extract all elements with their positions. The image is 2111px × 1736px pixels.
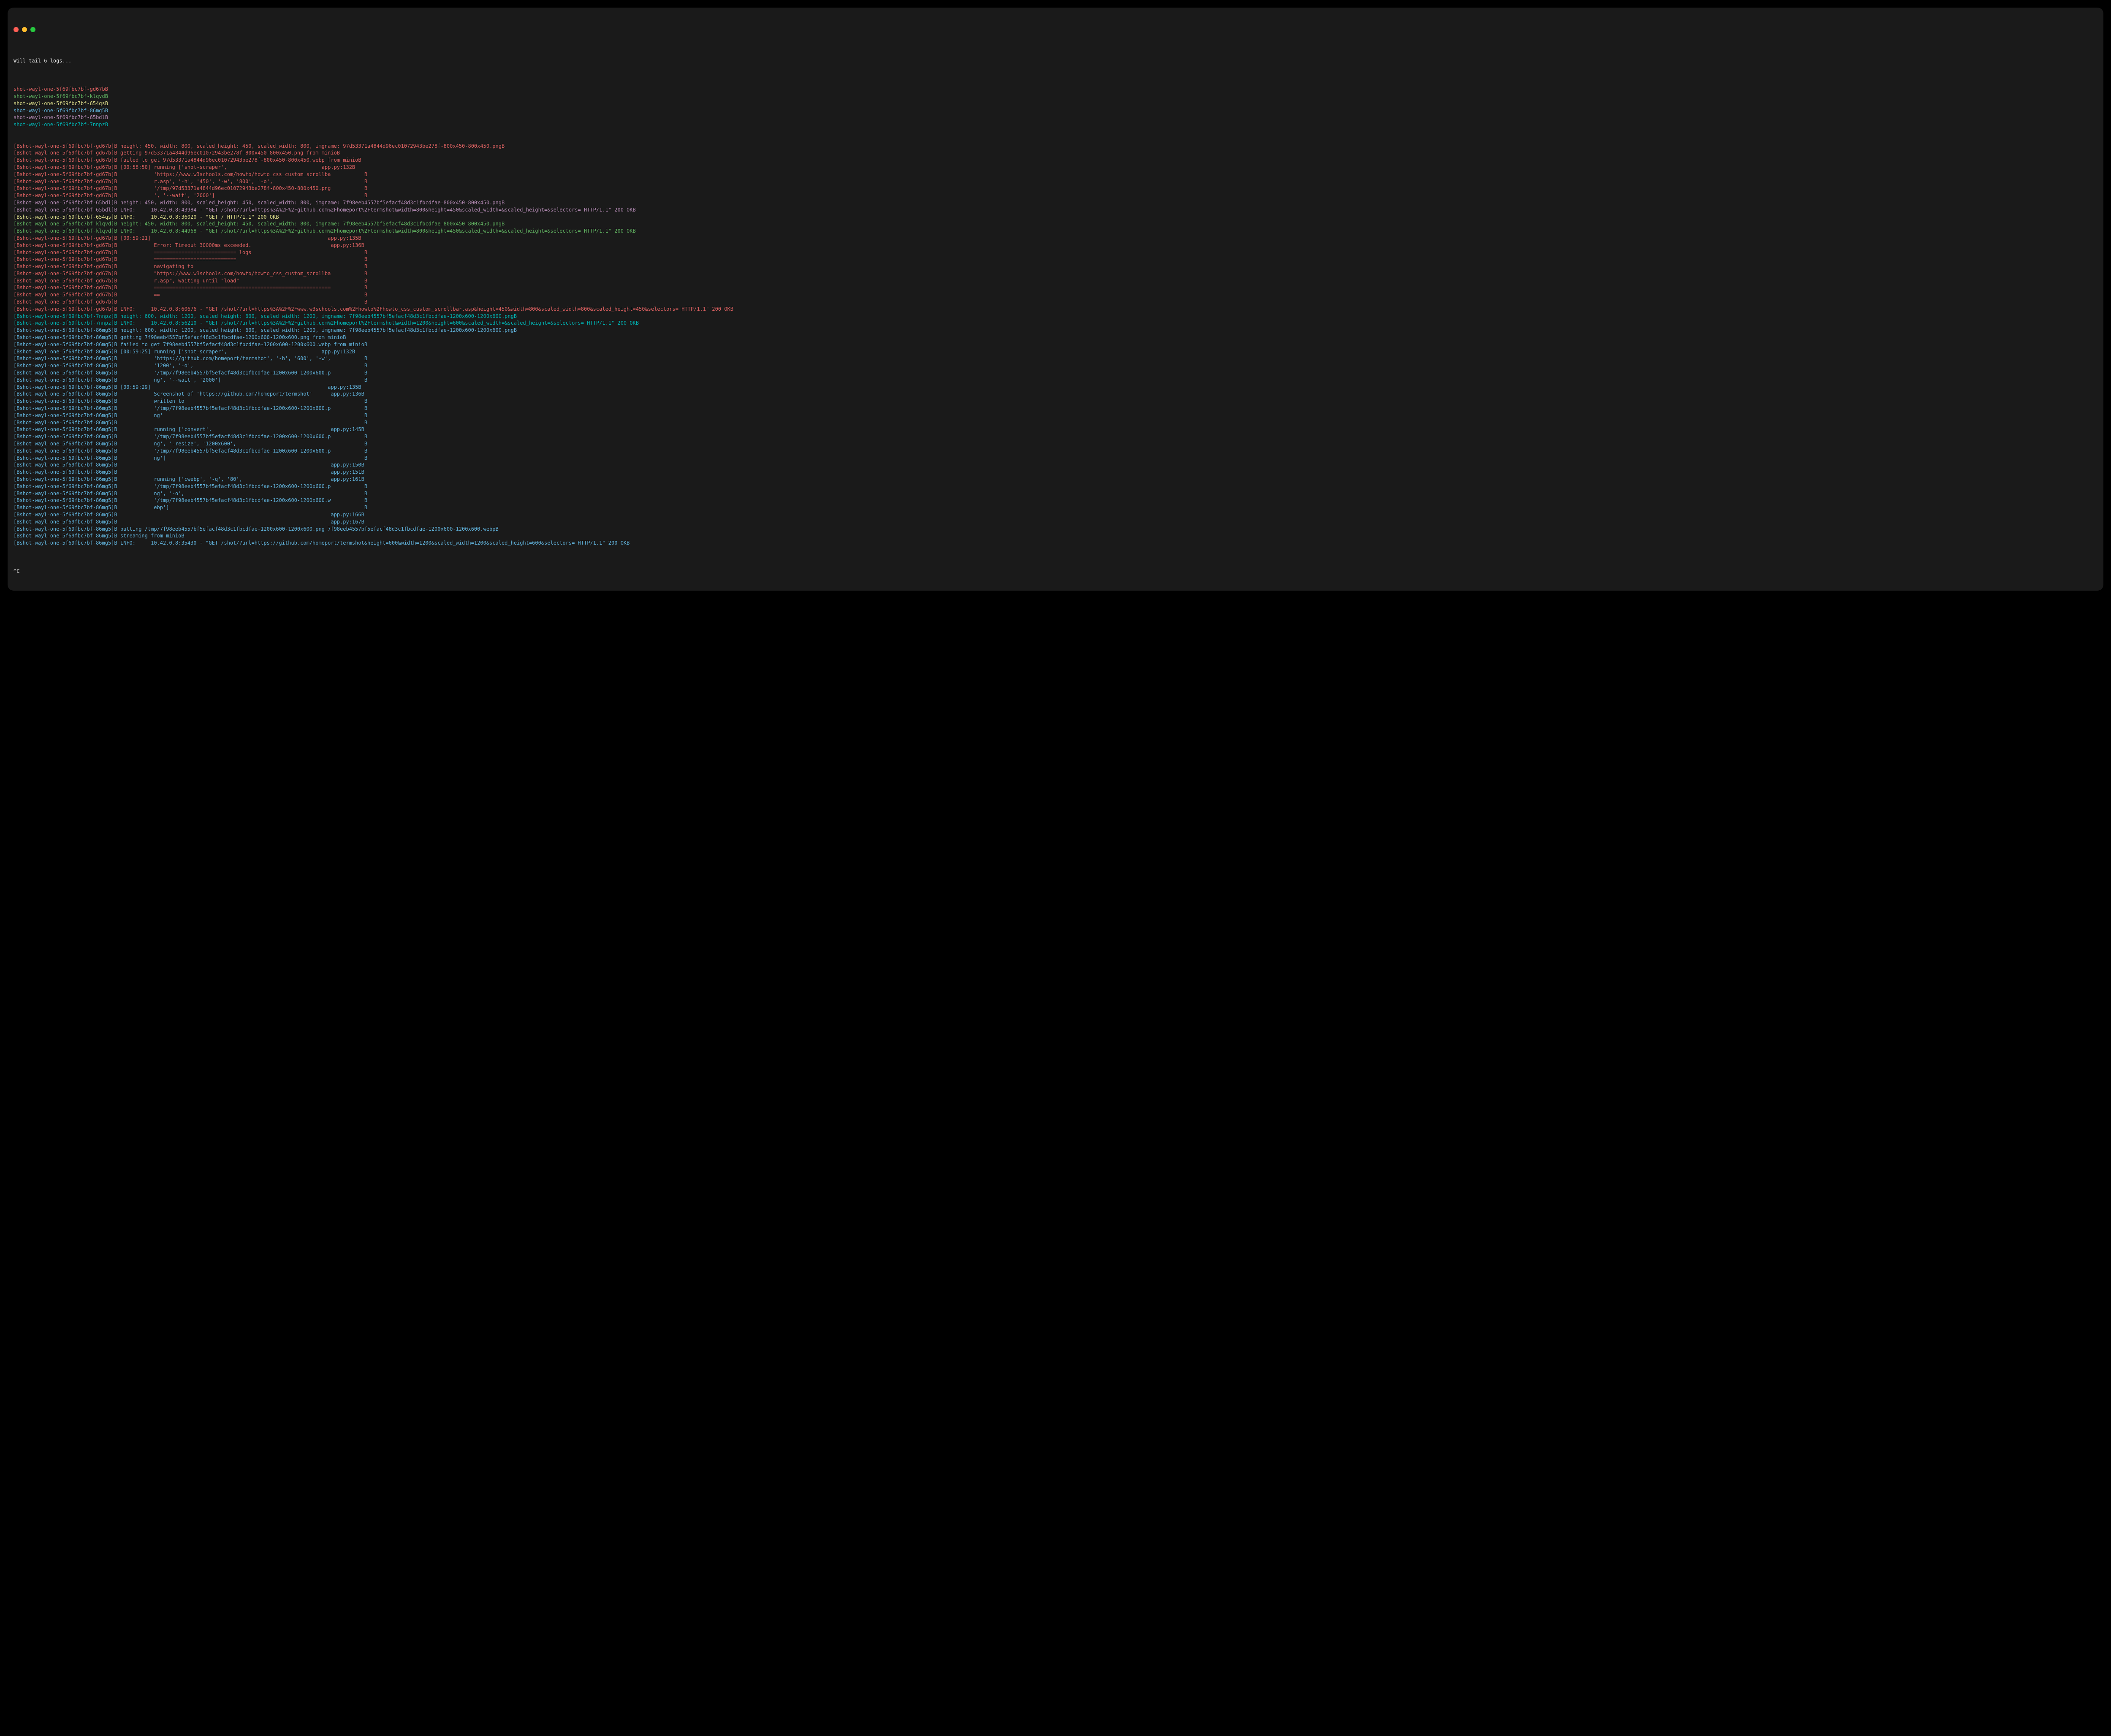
log-line: [Bshot-wayl-one-5f69fbc7bf-86mg5]B '/tmp… — [14, 497, 2097, 504]
log-output: [Bshot-wayl-one-5f69fbc7bf-gd67b]B heigh… — [14, 143, 2097, 547]
log-line: [Bshot-wayl-one-5f69fbc7bf-86mg5]B '/tmp… — [14, 448, 2097, 455]
minimize-icon[interactable] — [22, 27, 27, 32]
log-line: [Bshot-wayl-one-5f69fbc7bf-gd67b]B navig… — [14, 263, 2097, 270]
log-line: [Bshot-wayl-one-5f69fbc7bf-klqvd]B INFO:… — [14, 228, 2097, 235]
log-line: [Bshot-wayl-one-5f69fbc7bf-86mg5]B strea… — [14, 532, 2097, 540]
log-line: [Bshot-wayl-one-5f69fbc7bf-86mg5]B [00:5… — [14, 348, 2097, 355]
log-line: [Bshot-wayl-one-5f69fbc7bf-7nnpz]B INFO:… — [14, 320, 2097, 327]
log-line: [Bshot-wayl-one-5f69fbc7bf-86mg5]B app.p… — [14, 469, 2097, 476]
log-line: [Bshot-wayl-one-5f69fbc7bf-86mg5]B ebp']… — [14, 504, 2097, 511]
terminal-window[interactable]: Will tail 6 logs... shot-wayl-one-5f69fb… — [8, 8, 2103, 591]
log-line: [Bshot-wayl-one-5f69fbc7bf-86mg5]B runni… — [14, 476, 2097, 483]
log-line: [Bshot-wayl-one-5f69fbc7bf-86mg5]B app.p… — [14, 511, 2097, 518]
log-line: [Bshot-wayl-one-5f69fbc7bf-gd67b]B [00:5… — [14, 164, 2097, 171]
pod-name: shot-wayl-one-5f69fbc7bf-klqvdB — [14, 93, 2097, 100]
log-line: [Bshot-wayl-one-5f69fbc7bf-86mg5]B writt… — [14, 398, 2097, 405]
zoom-icon[interactable] — [30, 27, 35, 32]
header-line: Will tail 6 logs... — [14, 57, 2097, 65]
pod-list: shot-wayl-one-5f69fbc7bf-gd67bBshot-wayl… — [14, 86, 2097, 128]
log-line: [Bshot-wayl-one-5f69fbc7bf-gd67b]B B — [14, 298, 2097, 306]
log-line: [Bshot-wayl-one-5f69fbc7bf-gd67b]B 'http… — [14, 171, 2097, 178]
pod-name: shot-wayl-one-5f69fbc7bf-654qsB — [14, 100, 2097, 107]
log-line: [Bshot-wayl-one-5f69fbc7bf-86mg5]B ng'] … — [14, 455, 2097, 462]
log-line: [Bshot-wayl-one-5f69fbc7bf-86mg5]B runni… — [14, 426, 2097, 433]
log-line: [Bshot-wayl-one-5f69fbc7bf-86mg5]B heigh… — [14, 327, 2097, 334]
log-line: [Bshot-wayl-one-5f69fbc7bf-86mg5]B app.p… — [14, 461, 2097, 469]
log-line: [Bshot-wayl-one-5f69fbc7bf-gd67b]B getti… — [14, 149, 2097, 157]
log-line: [Bshot-wayl-one-5f69fbc7bf-86mg5]B ng', … — [14, 440, 2097, 448]
close-icon[interactable] — [14, 27, 19, 32]
log-line: [Bshot-wayl-one-5f69fbc7bf-86mg5]B faile… — [14, 341, 2097, 348]
log-line: [Bshot-wayl-one-5f69fbc7bf-gd67b]B heigh… — [14, 143, 2097, 150]
log-line: [Bshot-wayl-one-5f69fbc7bf-86mg5]B Scree… — [14, 391, 2097, 398]
log-line: [Bshot-wayl-one-5f69fbc7bf-gd67b]B =====… — [14, 256, 2097, 263]
log-line: [Bshot-wayl-one-5f69fbc7bf-gd67b]B r.asp… — [14, 277, 2097, 285]
pod-name: shot-wayl-one-5f69fbc7bf-gd67bB — [14, 86, 2097, 93]
log-line: [Bshot-wayl-one-5f69fbc7bf-86mg5]B ng', … — [14, 377, 2097, 384]
log-line: [Bshot-wayl-one-5f69fbc7bf-86mg5]B ng', … — [14, 490, 2097, 497]
log-line: [Bshot-wayl-one-5f69fbc7bf-gd67b]B == B — [14, 291, 2097, 298]
log-line: [Bshot-wayl-one-5f69fbc7bf-654qs]B INFO:… — [14, 214, 2097, 221]
log-line: [Bshot-wayl-one-5f69fbc7bf-gd67b]B "http… — [14, 270, 2097, 277]
pod-name: shot-wayl-one-5f69fbc7bf-86mg5B — [14, 107, 2097, 114]
log-line: [Bshot-wayl-one-5f69fbc7bf-86mg5]B B — [14, 419, 2097, 426]
log-line: [Bshot-wayl-one-5f69fbc7bf-gd67b]B r.asp… — [14, 178, 2097, 185]
window-controls — [14, 27, 2097, 32]
log-line: [Bshot-wayl-one-5f69fbc7bf-86mg5]B INFO:… — [14, 540, 2097, 547]
log-line: [Bshot-wayl-one-5f69fbc7bf-86mg5]B '/tmp… — [14, 483, 2097, 490]
log-line: [Bshot-wayl-one-5f69fbc7bf-65bdl]B heigh… — [14, 199, 2097, 206]
log-line: [Bshot-wayl-one-5f69fbc7bf-86mg5]B '/tmp… — [14, 405, 2097, 412]
log-line: [Bshot-wayl-one-5f69fbc7bf-gd67b]B INFO:… — [14, 306, 2097, 313]
log-line: [Bshot-wayl-one-5f69fbc7bf-7nnpz]B heigh… — [14, 313, 2097, 320]
log-line: [Bshot-wayl-one-5f69fbc7bf-86mg5]B ng' B — [14, 412, 2097, 419]
log-line: [Bshot-wayl-one-5f69fbc7bf-gd67b]B ', '-… — [14, 192, 2097, 199]
log-line: [Bshot-wayl-one-5f69fbc7bf-gd67b]B [00:5… — [14, 235, 2097, 242]
pod-name: shot-wayl-one-5f69fbc7bf-65bdlB — [14, 114, 2097, 121]
log-line: [Bshot-wayl-one-5f69fbc7bf-86mg5]B app.p… — [14, 518, 2097, 526]
log-line: [Bshot-wayl-one-5f69fbc7bf-klqvd]B heigh… — [14, 220, 2097, 228]
log-line: [Bshot-wayl-one-5f69fbc7bf-86mg5]B '/tmp… — [14, 369, 2097, 377]
log-line: [Bshot-wayl-one-5f69fbc7bf-86mg5]B getti… — [14, 334, 2097, 341]
log-line: [Bshot-wayl-one-5f69fbc7bf-gd67b]B Error… — [14, 242, 2097, 249]
log-line: [Bshot-wayl-one-5f69fbc7bf-gd67b]B faile… — [14, 157, 2097, 164]
log-line: [Bshot-wayl-one-5f69fbc7bf-65bdl]B INFO:… — [14, 206, 2097, 214]
log-line: [Bshot-wayl-one-5f69fbc7bf-86mg5]B '1200… — [14, 362, 2097, 369]
log-line: [Bshot-wayl-one-5f69fbc7bf-86mg5]B '/tmp… — [14, 433, 2097, 440]
log-line: [Bshot-wayl-one-5f69fbc7bf-gd67b]B =====… — [14, 249, 2097, 256]
log-line: [Bshot-wayl-one-5f69fbc7bf-86mg5]B putti… — [14, 526, 2097, 533]
log-line: [Bshot-wayl-one-5f69fbc7bf-86mg5]B 'http… — [14, 355, 2097, 362]
log-line: [Bshot-wayl-one-5f69fbc7bf-86mg5]B [00:5… — [14, 384, 2097, 391]
log-line: [Bshot-wayl-one-5f69fbc7bf-gd67b]B =====… — [14, 284, 2097, 291]
interrupt-line: ^C — [14, 568, 2097, 575]
pod-name: shot-wayl-one-5f69fbc7bf-7nnpzB — [14, 121, 2097, 128]
log-line: [Bshot-wayl-one-5f69fbc7bf-gd67b]B '/tmp… — [14, 185, 2097, 192]
